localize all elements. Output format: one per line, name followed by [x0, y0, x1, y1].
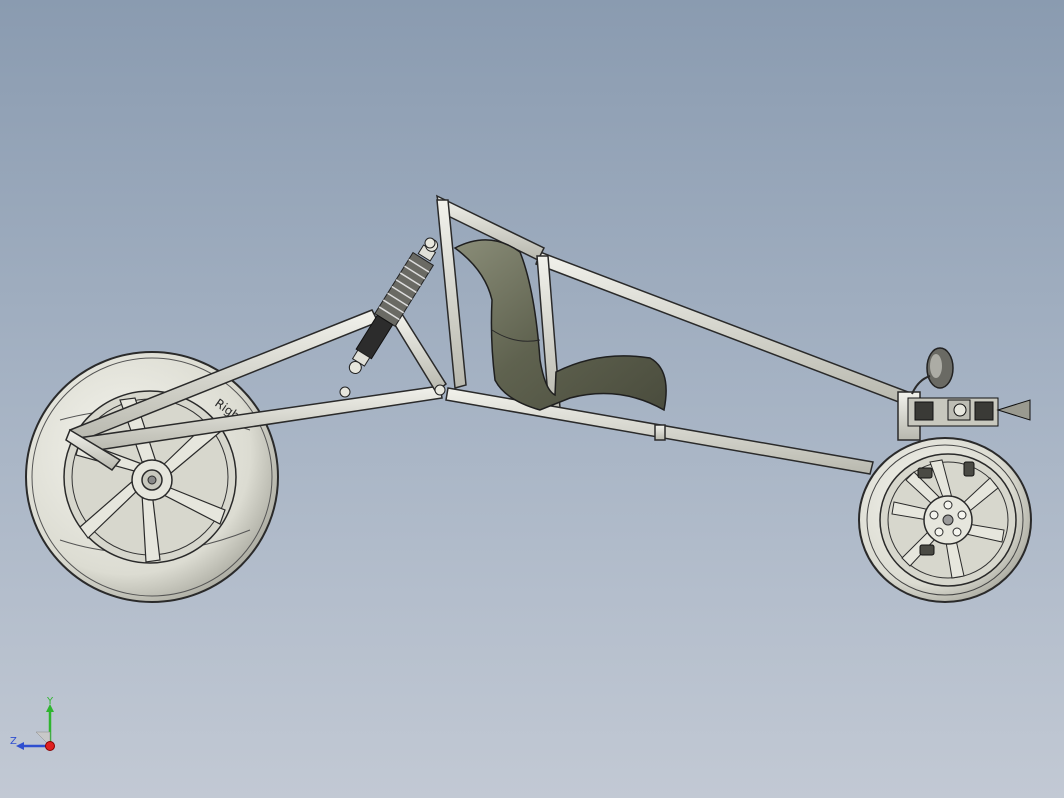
x-axis-icon [45, 741, 55, 751]
y-axis-label: Y [46, 696, 54, 707]
seat-post-rear [436, 199, 467, 389]
front-wheel[interactable] [858, 437, 1032, 603]
view-triad: Y Z [10, 696, 55, 751]
trike-frame-model[interactable]: Right [0, 0, 1064, 798]
z-axis-label: Z [10, 736, 17, 747]
headlight [911, 347, 954, 395]
rear-wheel[interactable]: Right [25, 351, 279, 603]
shock-strut [390, 312, 447, 394]
steering-assembly [907, 397, 1031, 427]
graphics-viewport[interactable]: Right Y Z [0, 0, 1064, 798]
joint-rail [654, 424, 666, 441]
